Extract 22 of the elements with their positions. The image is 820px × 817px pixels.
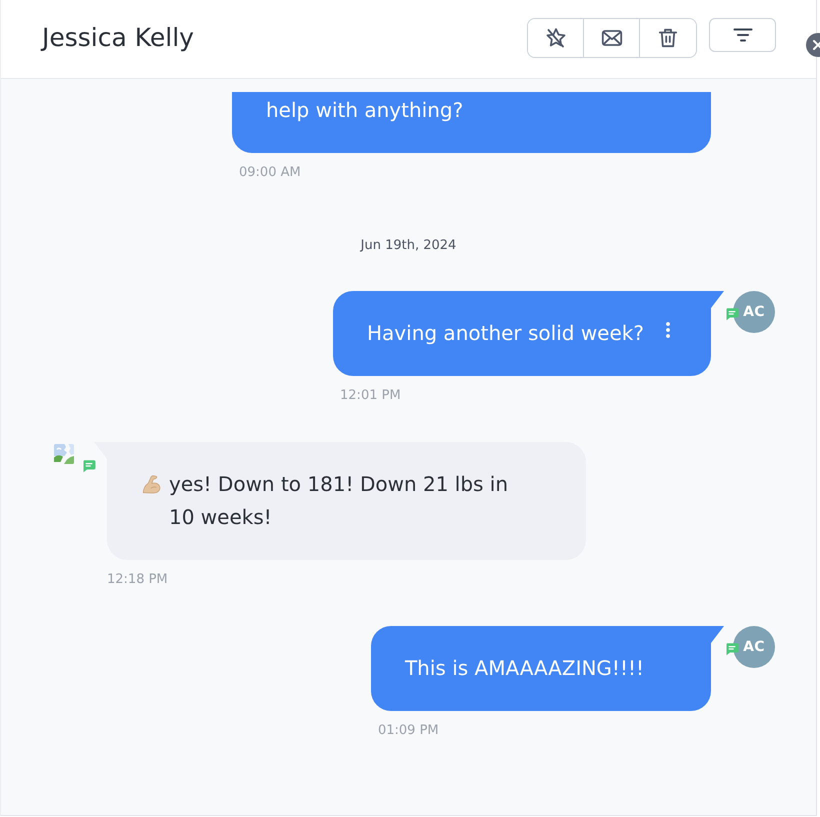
chat-bubble-icon bbox=[82, 459, 96, 473]
more-options-icon[interactable] bbox=[666, 322, 670, 338]
message-time: 12:18 PM bbox=[107, 571, 168, 589]
filter-button[interactable] bbox=[709, 18, 776, 52]
date-separator: Jun 19th, 2024 bbox=[360, 237, 456, 255]
user-avatar: AC bbox=[733, 626, 775, 668]
chat-bubble-icon bbox=[725, 642, 739, 656]
contact-name: Jessica Kelly bbox=[42, 22, 195, 54]
message-time: 09:00 AM bbox=[239, 164, 301, 182]
user-avatar: AC bbox=[733, 291, 775, 333]
message-text: help with anything? bbox=[266, 97, 464, 124]
trash-icon bbox=[656, 26, 680, 50]
broken-image-icon bbox=[52, 442, 76, 466]
chat-bubble-icon bbox=[725, 307, 739, 321]
message-text: yes! Down to 181! Down 21 lbs in 10 weeks! bbox=[169, 471, 510, 531]
close-button[interactable] bbox=[805, 33, 820, 57]
message-time: 01:09 PM bbox=[378, 722, 439, 740]
message-time: 12:01 PM bbox=[340, 387, 401, 405]
unstar-button[interactable] bbox=[528, 19, 584, 57]
star-slash-icon bbox=[544, 26, 568, 50]
message-text: Having another solid week? bbox=[367, 320, 644, 347]
message-text: This is AMAAAAZING!!!! bbox=[404, 655, 644, 682]
